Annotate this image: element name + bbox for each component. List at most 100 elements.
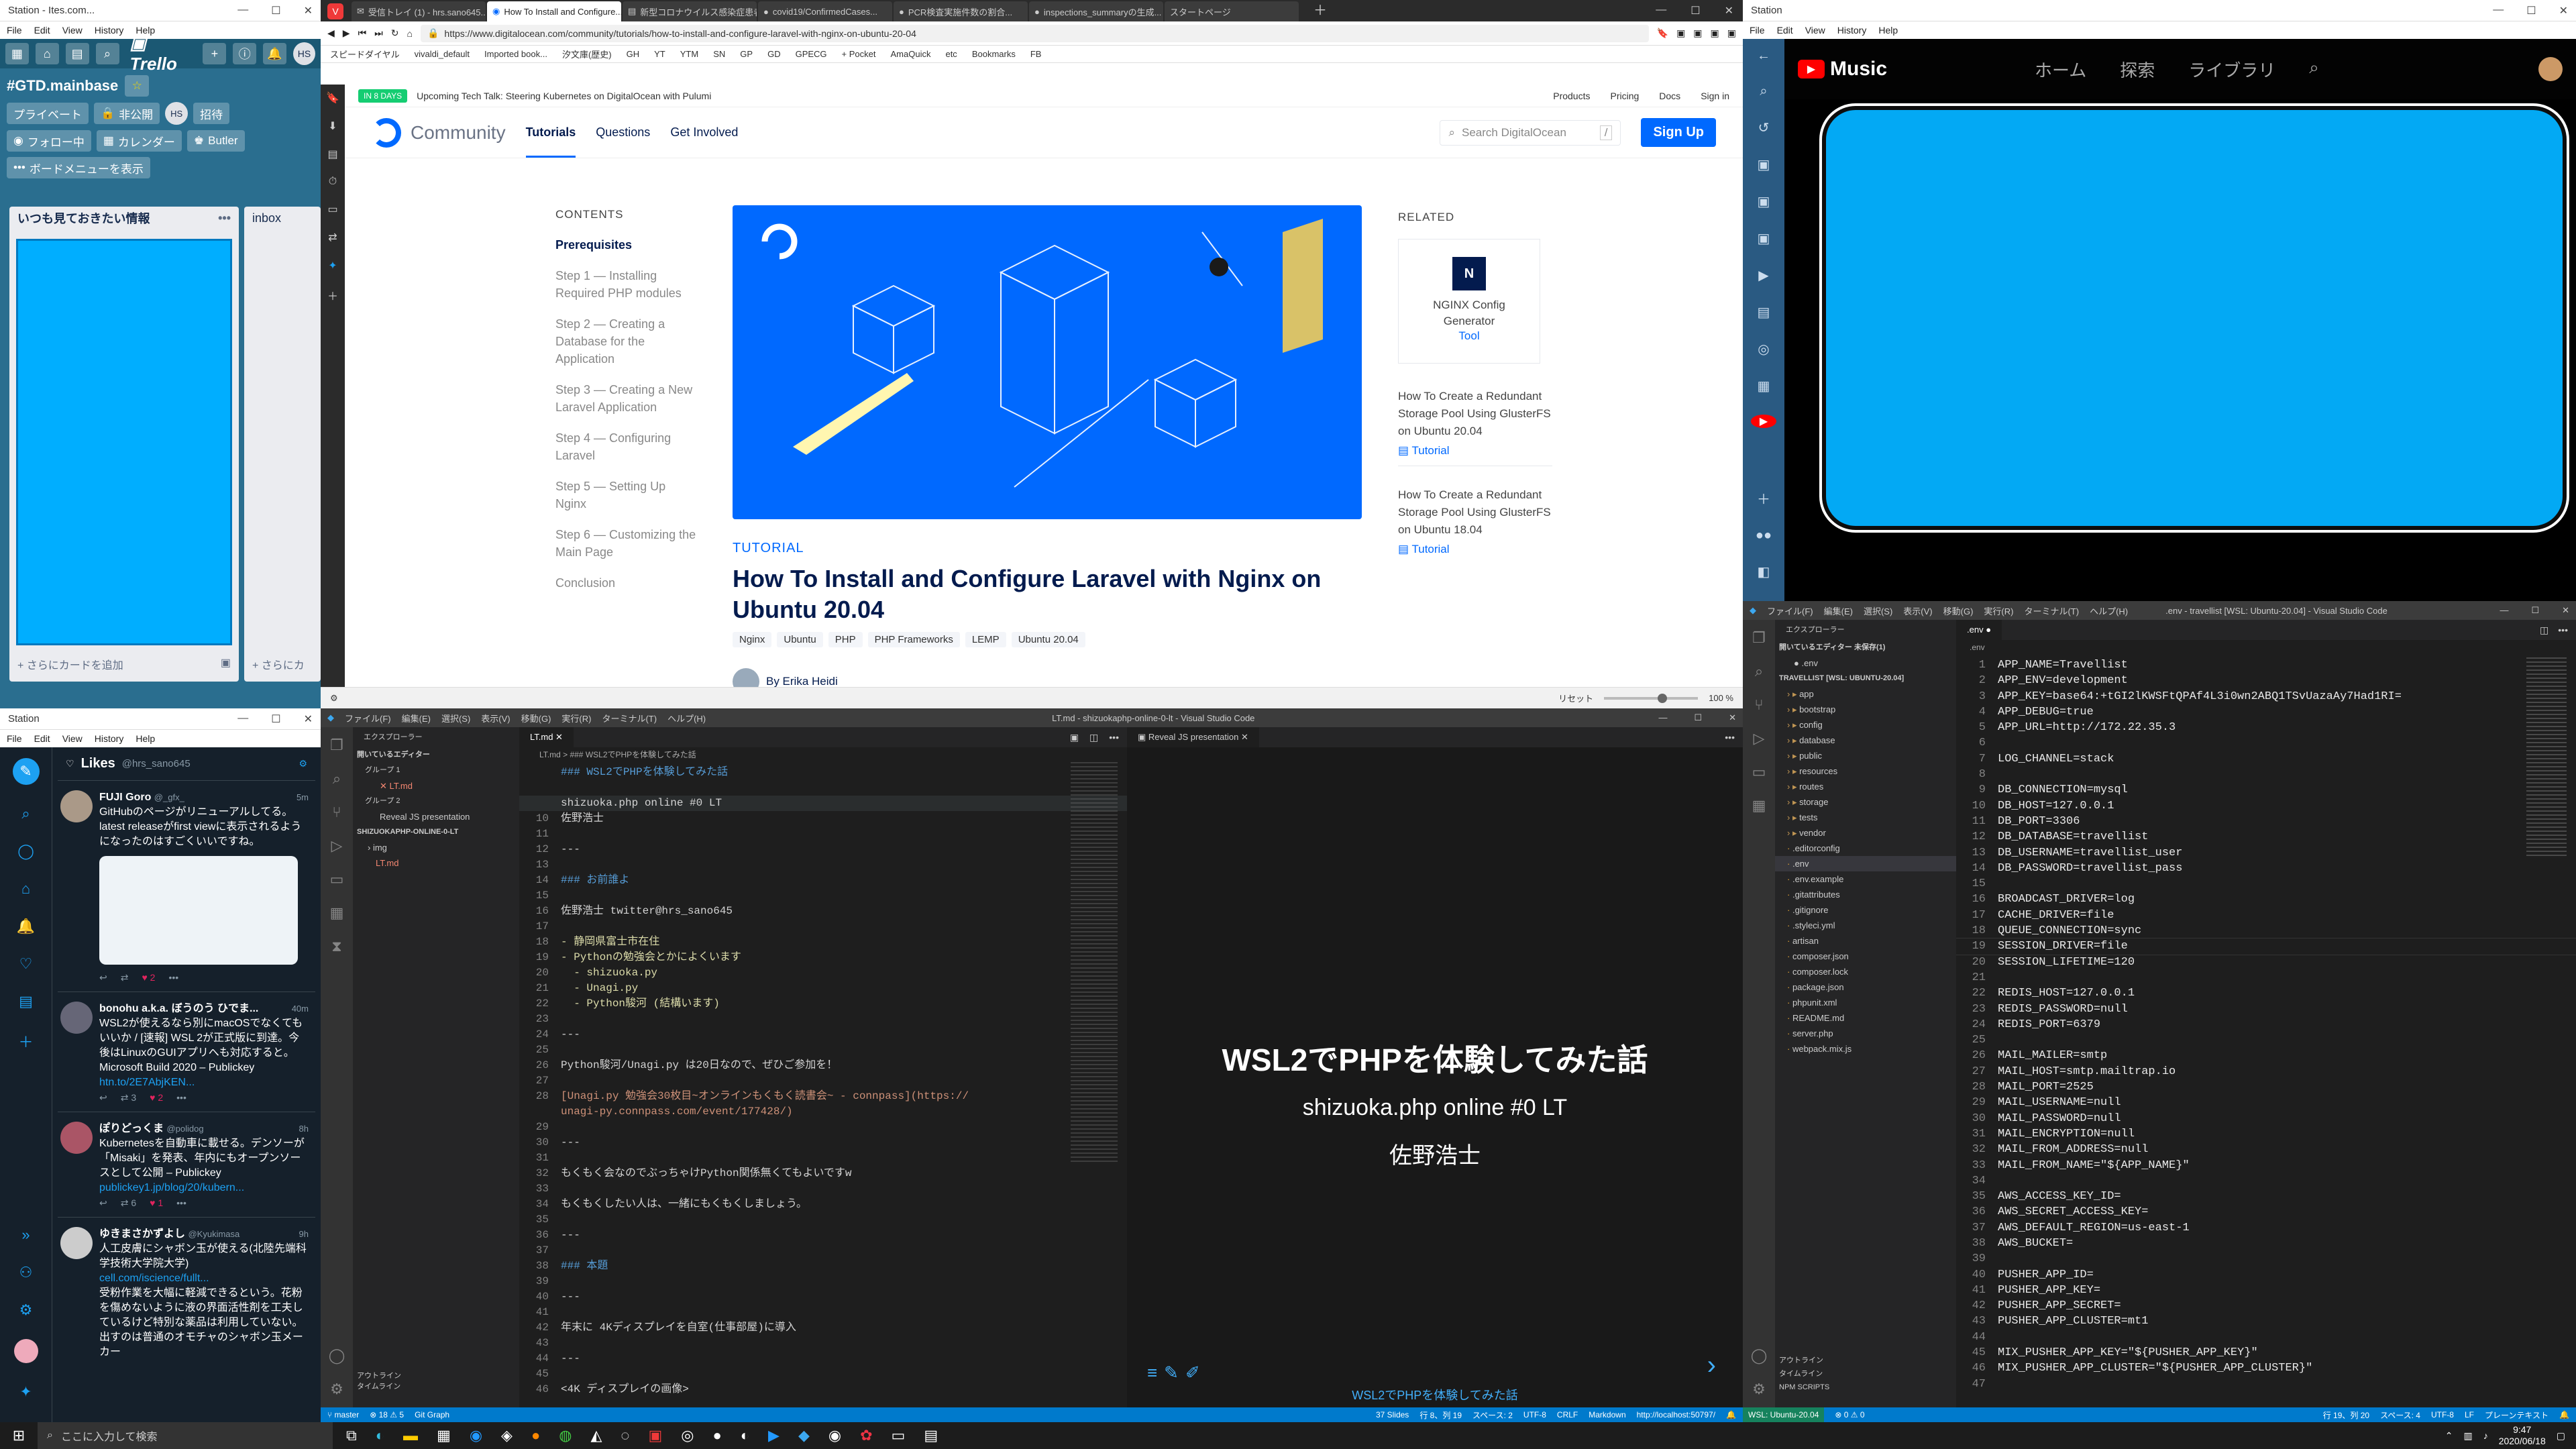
file-item[interactable]: · .editorconfig [1775,841,1956,856]
pricing-link[interactable]: Pricing [1610,91,1639,101]
eol[interactable]: LF [2465,1410,2474,1419]
code-line[interactable] [519,780,1127,796]
firefox-icon[interactable]: ● [531,1427,540,1444]
brand[interactable]: Community [411,122,506,144]
boards-icon[interactable]: ▤ [65,43,89,64]
file-item[interactable]: · composer.json [1775,949,1956,964]
source-control-icon[interactable]: ⑂ [1754,696,1763,714]
announcement-link[interactable]: Upcoming Tech Talk: Steering Kubernetes … [417,91,711,101]
menu-edit[interactable]: Edit [34,733,50,744]
extension-icon[interactable]: ▣ [1711,28,1719,39]
bookmarks-panel-icon[interactable]: 🔖 [326,91,339,105]
code-line[interactable]: 39 [519,1274,1127,1289]
history-panel-icon[interactable]: ⏱ [329,176,337,188]
code-line[interactable]: 43 [519,1336,1127,1351]
history-icon[interactable]: ↺ [1758,119,1770,136]
compose-icon[interactable]: ✎ [12,758,40,785]
search-icon[interactable]: ⌕ [333,770,341,788]
settings-icon[interactable]: ⚙ [19,1301,33,1319]
code-line[interactable]: 13 DB_USERNAME=travellist_user [1956,845,2576,861]
folder-item[interactable]: › ▸ config [1775,717,1956,733]
app-icon[interactable]: ▦ [1758,378,1770,394]
folder-item[interactable]: › img [353,840,519,855]
menu-item[interactable]: 移動(G) [521,712,551,724]
tweet-author[interactable]: ぽりどっくま [99,1123,164,1134]
code-line[interactable]: 33 [519,1181,1127,1197]
tweet-author[interactable]: bonohu a.k.a. ぼうのう ひでま... [99,1003,258,1014]
menu-help[interactable]: Help [1878,25,1898,36]
code-line[interactable]: 47 [1956,1377,2576,1392]
info-icon[interactable]: ⓘ [233,43,257,64]
station-icon[interactable]: ◉ [828,1427,841,1444]
file-item[interactable]: · .env [1775,856,1956,871]
branch-icon[interactable]: ⑂ master [327,1410,359,1419]
remote-indicator[interactable]: WSL: Ubuntu-20.04 [1743,1407,1825,1422]
open-file[interactable]: Reveal JS presentation [353,809,519,824]
remote-icon[interactable]: ▭ [1752,763,1766,781]
calendar-button[interactable]: ▦ カレンダー [96,130,182,152]
app-icon[interactable]: ◐ [741,1427,749,1444]
code-line[interactable]: 42 年末に 4Kディスプレイを自室(仕事部屋)に導入 [519,1320,1127,1336]
tweet-link[interactable]: cell.com/iscience/fullt... [99,1271,309,1286]
menu-history[interactable]: History [1837,25,1867,36]
avatar[interactable]: HS [293,42,315,65]
tab-tutorials[interactable]: Tutorials [525,108,576,158]
template-icon[interactable]: ▣ [221,656,231,672]
bell-icon[interactable]: 🔔 [263,43,287,64]
window-panel-icon[interactable]: ▭ [327,203,337,216]
code-line[interactable]: 28 [Unagi.py 勉強会30枚目~オンラインもくもく読書会~ - conn… [519,1089,1127,1104]
menu-item[interactable]: ヘルプ(H) [2090,604,2128,617]
more-icon[interactable]: ••• [176,1090,186,1105]
avatar[interactable] [60,790,93,822]
edit-icon[interactable]: ✎ [1164,1362,1179,1383]
butler-button[interactable]: ♚ Butler [186,130,245,152]
menu-file[interactable]: File [1750,25,1765,36]
folder-header[interactable]: TRAVELLIST [WSL: UBUNTU-20.04] [1775,671,1956,686]
tweet[interactable]: bonohu a.k.a. ぼうのう ひでま... 40m WSL2が使えるなら別… [58,992,315,1112]
settings-icon[interactable]: ⚙ [330,693,338,704]
menu-file[interactable]: File [7,25,22,36]
add-panel-icon[interactable]: ＋ [327,287,338,303]
tag[interactable]: LEMP [965,632,1006,647]
taskbar-search[interactable]: ⌕ ここに入力して検索 [38,1422,333,1449]
app-icon[interactable]: ●● [1756,528,1772,543]
tab[interactable]: スタートページ [1165,1,1299,21]
code-line[interactable]: 14 DB_PASSWORD=travellist_pass [1956,861,2576,876]
app-icon[interactable]: ▣ [1758,156,1770,173]
menu-item[interactable]: 移動(G) [1943,604,1974,617]
code-line[interactable]: 6 [1956,735,2576,751]
minimize-icon[interactable]: — [237,4,248,17]
twitter-panel-icon[interactable]: ✦ [328,259,337,272]
volume-icon[interactable]: ♪ [2483,1430,2488,1441]
avatar[interactable] [60,1002,93,1034]
close-icon[interactable]: ✕ [304,4,313,17]
code-line[interactable]: 2 APP_ENV=development [1956,673,2576,688]
signin-link[interactable]: Sign in [1701,91,1729,101]
app-icon[interactable]: ◎ [681,1427,694,1444]
language[interactable]: プレーンテキスト [2485,1409,2548,1421]
code-area[interactable]: 1 APP_NAME=Travellist 2 APP_ENV=development… [1956,655,2576,1392]
code-line[interactable]: unagi-py.connpass.com/event/177428/) [519,1104,1127,1120]
code-line[interactable]: 41 [519,1305,1127,1320]
server-url[interactable]: http://localhost:50797/ [1637,1410,1715,1419]
code-line[interactable]: 1 APP_NAME=Travellist [1956,657,2576,673]
card-image[interactable] [16,239,232,645]
tray-chevron-icon[interactable]: ⌃ [2445,1430,2453,1442]
code-line[interactable]: 12 DB_DATABASE=travellist [1956,829,2576,845]
remote-icon[interactable]: ▭ [330,871,344,888]
pen-icon[interactable]: ✐ [1185,1362,1200,1383]
explorer-icon[interactable]: ❐ [330,737,343,754]
menu-help[interactable]: Help [136,733,155,744]
code-line[interactable]: 46 MIX_PUSHER_APP_CLUSTER="${PUSHER_APP_C… [1956,1360,2576,1376]
bookmark-item[interactable]: GP [740,49,753,59]
clock[interactable]: 9:47 2020/06/18 [2499,1424,2546,1447]
downloads-panel-icon[interactable]: ⬇ [328,119,337,133]
home-icon[interactable]: ⌂ [407,28,413,39]
tweet-author[interactable]: FUJI Goro [99,792,151,803]
list-title[interactable]: inbox [244,207,321,229]
close-icon[interactable]: ✕ [2559,4,2568,17]
code-line[interactable]: 27 MAIL_HOST=smtp.mailtrap.io [1956,1064,2576,1079]
toc-item[interactable]: Step 5 — Setting Up Nginx [555,478,696,513]
back-icon[interactable]: ◀ [327,28,335,39]
code-line[interactable]: 8 [1956,767,2576,782]
